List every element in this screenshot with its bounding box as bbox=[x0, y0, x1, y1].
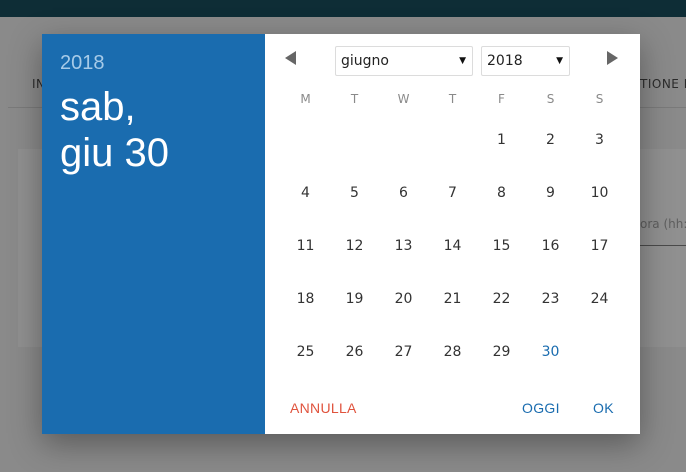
calendar-day[interactable]: 3 bbox=[575, 114, 624, 167]
header-selected-date[interactable]: sab, giu 30 bbox=[60, 84, 169, 176]
weekday-label: T bbox=[448, 92, 457, 106]
date-picker-header: 2018 sab, giu 30 bbox=[42, 34, 265, 434]
calendar-day[interactable]: 4 bbox=[281, 167, 330, 220]
calendar-day-grid: 1 2 3 4 5 6 7 8 9 10 11 12 13 14 15 16 17 18 19 20 21 22 23 24 2… bbox=[281, 114, 624, 379]
weekday-label: M bbox=[300, 92, 311, 106]
time-input-placeholder: ora (hh: bbox=[640, 217, 686, 231]
calendar-day[interactable]: 15 bbox=[477, 220, 526, 273]
calendar-day[interactable]: 12 bbox=[330, 220, 379, 273]
year-select-value: 2018 bbox=[487, 53, 523, 69]
calendar-day[interactable]: 2 bbox=[526, 114, 575, 167]
header-year[interactable]: 2018 bbox=[60, 52, 105, 75]
weekday-label: W bbox=[397, 92, 410, 106]
tab-label-right: TIONE N bbox=[640, 77, 686, 91]
month-select-value: giugno bbox=[341, 53, 389, 69]
calendar-day[interactable]: 27 bbox=[379, 326, 428, 379]
calendar-day[interactable]: 6 bbox=[379, 167, 428, 220]
weekday-label: S bbox=[595, 92, 604, 106]
calendar-day[interactable]: 21 bbox=[428, 273, 477, 326]
header-date-line-2: giu 30 bbox=[60, 131, 169, 175]
weekday-label: F bbox=[498, 92, 505, 106]
calendar-day-selected[interactable]: 30 bbox=[526, 326, 575, 379]
date-picker-dialog: 2018 sab, giu 30 giugno ▼ 2018 ▼ MTWTFSS… bbox=[42, 34, 640, 434]
weekday-label: S bbox=[546, 92, 555, 106]
cancel-button[interactable]: ANNULLA bbox=[290, 400, 357, 416]
year-select[interactable]: 2018 ▼ bbox=[481, 46, 570, 76]
chevron-down-icon: ▼ bbox=[459, 56, 466, 66]
calendar-day[interactable]: 26 bbox=[330, 326, 379, 379]
calendar-day[interactable]: 8 bbox=[477, 167, 526, 220]
calendar-day[interactable]: 25 bbox=[281, 326, 330, 379]
next-month-arrow-icon[interactable] bbox=[607, 51, 618, 65]
calendar-day[interactable]: 7 bbox=[428, 167, 477, 220]
calendar-day[interactable]: 17 bbox=[575, 220, 624, 273]
calendar-day[interactable]: 20 bbox=[379, 273, 428, 326]
today-button[interactable]: OGGI bbox=[522, 400, 560, 416]
app-top-bar bbox=[0, 0, 686, 17]
weekday-header-row: MTWTFSS bbox=[281, 92, 624, 108]
calendar-day[interactable]: 11 bbox=[281, 220, 330, 273]
calendar-day[interactable]: 19 bbox=[330, 273, 379, 326]
calendar-day[interactable]: 28 bbox=[428, 326, 477, 379]
calendar-day[interactable]: 5 bbox=[330, 167, 379, 220]
calendar-day[interactable]: 9 bbox=[526, 167, 575, 220]
calendar-day[interactable]: 1 bbox=[477, 114, 526, 167]
time-input-underline bbox=[640, 245, 686, 246]
calendar-panel: giugno ▼ 2018 ▼ MTWTFSS 1 2 3 4 5 6 7 8 9 10 11 12 1… bbox=[265, 34, 640, 434]
calendar-day[interactable]: 22 bbox=[477, 273, 526, 326]
calendar-day[interactable]: 16 bbox=[526, 220, 575, 273]
calendar-day[interactable]: 23 bbox=[526, 273, 575, 326]
calendar-day[interactable]: 10 bbox=[575, 167, 624, 220]
calendar-day[interactable]: 14 bbox=[428, 220, 477, 273]
calendar-day[interactable]: 13 bbox=[379, 220, 428, 273]
weekday-label: T bbox=[350, 92, 359, 106]
chevron-down-icon: ▼ bbox=[556, 56, 563, 66]
header-date-line-1: sab, bbox=[60, 85, 136, 129]
ok-button[interactable]: OK bbox=[593, 400, 614, 416]
calendar-day[interactable]: 29 bbox=[477, 326, 526, 379]
calendar-day[interactable]: 24 bbox=[575, 273, 624, 326]
prev-month-arrow-icon[interactable] bbox=[285, 51, 296, 65]
calendar-day[interactable]: 18 bbox=[281, 273, 330, 326]
month-select[interactable]: giugno ▼ bbox=[335, 46, 473, 76]
